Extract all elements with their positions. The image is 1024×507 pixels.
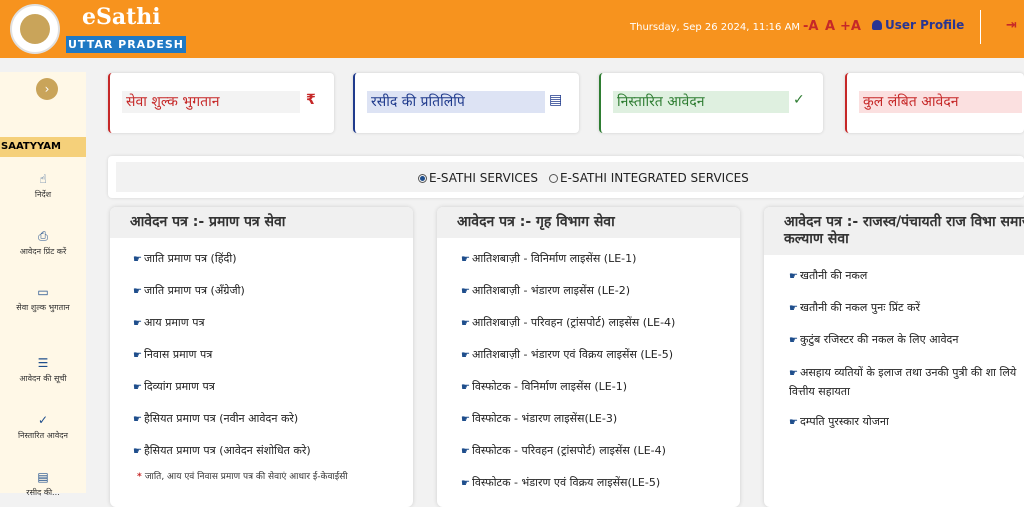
sidebar-item-disposed[interactable]: ✓ निस्तारित आवेदन (0, 414, 86, 441)
hand-pointer-icon: ☛ (789, 368, 798, 379)
hand-pointer-icon: ☛ (461, 446, 470, 457)
link-explosive-storage-sale-le5[interactable]: ☛ विस्फोटक - भंडारण एवं विक्रय लाइसेंस(LE… (461, 475, 660, 490)
card-fee-payment[interactable]: सेवा शुल्क भुगतान ₹ (108, 73, 334, 133)
panel-revenue-services: आवेदन पत्र :- राजस्व/पंचायती राज विभा सम… (764, 207, 1024, 507)
aadhaar-notice: * जाति, आय एवं निवास प्रमाण पत्र की सेवा… (137, 472, 348, 482)
hand-pointer-icon: ☛ (461, 414, 470, 425)
link-family-register-copy[interactable]: ☛ कुटुंब रजिस्टर की नकल के लिए आवेदन (789, 332, 959, 347)
hand-pointer-icon: ☛ (461, 350, 470, 361)
service-selector: E-SATHI SERVICES E-SATHI INTEGRATED SERV… (108, 156, 1024, 198)
credit-card-icon: ▭ (37, 285, 49, 299)
panel-title: आवेदन पत्र :- गृह विभाग सेवा (437, 207, 740, 238)
link-status-certificate-modify[interactable]: ☛ हैसियत प्रमाण पत्र (आवेदन संशोधित करे) (133, 443, 311, 458)
asterisk-icon: * (137, 472, 145, 482)
hand-pointer-icon: ☛ (461, 286, 470, 297)
link-caste-certificate-hindi[interactable]: ☛ जाति प्रमाण पत्र (हिंदी) (133, 251, 237, 266)
link-explosive-manufacturing-le1[interactable]: ☛ विस्फोटक - विनिर्माण लाइसेंस (LE-1) (461, 379, 627, 394)
sidebar-title: SAATYYAM (0, 137, 86, 157)
link-fireworks-manufacturing-le1[interactable]: ☛ आतिशबाज़ी - विनिर्माण लाइसेंस (LE-1) (461, 251, 636, 266)
rupee-icon: ₹ (306, 92, 316, 108)
link-khatauni-reprint[interactable]: ☛ खतौनी की नकल पुनः प्रिंट करें (789, 300, 920, 315)
link-fireworks-storage-le2[interactable]: ☛ आतिशबाज़ी - भंडारण लाइसेंस (LE-2) (461, 283, 630, 298)
user-profile-link[interactable]: User Profile (872, 18, 964, 32)
hand-pointer-icon: ☝ (39, 172, 47, 186)
radio-selected-icon (418, 174, 427, 183)
list-icon: ☰ (37, 356, 49, 370)
card-fee-payment-label: सेवा शुल्क भुगतान (122, 91, 300, 113)
sidebar-item-instructions[interactable]: ☝ निर्देश (0, 173, 86, 200)
hand-pointer-icon: ☛ (133, 350, 142, 361)
hand-pointer-icon: ☛ (789, 417, 798, 428)
brand-name: eSathi (82, 4, 161, 30)
up-government-logo (10, 4, 60, 54)
hand-pointer-icon: ☛ (789, 335, 798, 346)
link-financial-assistance[interactable]: ☛ असहाय व्यतियों के इलाज तथा उनकी पुत्री … (789, 364, 1024, 401)
radio-unselected-icon (549, 174, 558, 183)
radio-integrated-services[interactable]: E-SATHI INTEGRATED SERVICES (549, 171, 749, 185)
hand-pointer-icon: ☛ (133, 414, 142, 425)
link-domicile-certificate[interactable]: ☛ निवास प्रमाण पत्र (133, 347, 212, 362)
current-datetime: Thursday, Sep 26 2024, 11:16 AM (630, 22, 801, 33)
link-explosive-transport-le4[interactable]: ☛ विस्फोटक - परिवहन (ट्रांसपोर्ट) लाइसेंस… (461, 443, 666, 458)
font-increase-button[interactable]: +A (840, 19, 861, 34)
radio-esathi-services[interactable]: E-SATHI SERVICES (418, 171, 538, 185)
link-couple-award-scheme[interactable]: ☛ दम्पति पुरस्कार योजना (789, 414, 889, 429)
panel-title: आवेदन पत्र :- प्रमाण पत्र सेवा (110, 207, 413, 238)
card-disposed-label: निस्तारित आवेदन (613, 91, 789, 113)
sidebar-item-application-list[interactable]: ☰ आवेदन की सूची (0, 357, 86, 384)
hand-pointer-icon: ☛ (133, 446, 142, 457)
header-divider (980, 10, 981, 44)
card-receipt-copy[interactable]: रसीद की प्रतिलिपि ▤ (353, 73, 579, 133)
receipt-icon: ▤ (37, 470, 49, 484)
hand-pointer-icon: ☛ (133, 318, 142, 329)
link-income-certificate[interactable]: ☛ आय प्रमाण पत्र (133, 315, 205, 330)
card-pending[interactable]: कुल लंबित आवेदन (845, 73, 1024, 133)
state-badge: UTTAR PRADESH (66, 36, 186, 53)
sidebar-toggle-button[interactable]: › (36, 78, 58, 100)
link-disability-certificate[interactable]: ☛ दिव्यांग प्रमाण पत्र (133, 379, 215, 394)
check-icon: ✓ (37, 413, 49, 427)
link-explosive-storage-le3[interactable]: ☛ विस्फोटक - भंडारण लाइसेंस(LE-3) (461, 411, 617, 426)
hand-pointer-icon: ☛ (789, 303, 798, 314)
hand-pointer-icon: ☛ (133, 254, 142, 265)
sidebar-item-print[interactable]: ⎙ आवेदन प्रिंट करें (0, 230, 86, 257)
font-normal-button[interactable]: A (825, 19, 835, 34)
hand-pointer-icon: ☛ (789, 271, 798, 282)
link-fireworks-transport-le4[interactable]: ☛ आतिशबाज़ी - परिवहन (ट्रांसपोर्ट) लाइसें… (461, 315, 675, 330)
receipt-icon: ▤ (549, 92, 563, 108)
hand-pointer-icon: ☛ (461, 382, 470, 393)
check-circle-icon: ✓ (793, 92, 805, 108)
card-receipt-copy-label: रसीद की प्रतिलिपि (367, 91, 545, 113)
sidebar-item-fee-payment[interactable]: ▭ सेवा शुल्क भुगतान (0, 286, 86, 313)
hand-pointer-icon: ☛ (133, 382, 142, 393)
user-profile-label: User Profile (885, 18, 965, 32)
font-decrease-button[interactable]: -A (803, 19, 818, 34)
sidebar: › SAATYYAM ☝ निर्देश ⎙ आवेदन प्रिंट करें ▭… (0, 72, 86, 497)
sidebar-item-receipt[interactable]: ▤ रसीद की... (0, 471, 86, 498)
user-icon (872, 20, 882, 30)
link-fireworks-storage-sale-le5[interactable]: ☛ आतिशबाज़ी - भंडारण एवं विक्रय लाइसेंस (… (461, 347, 673, 362)
top-header: eSathi UTTAR PRADESH Thursday, Sep 26 20… (0, 0, 1024, 58)
hand-pointer-icon: ☛ (461, 318, 470, 329)
hand-pointer-icon: ☛ (461, 478, 470, 489)
hand-pointer-icon: ☛ (133, 286, 142, 297)
card-pending-label: कुल लंबित आवेदन (859, 91, 1022, 113)
emblem-icon (20, 14, 50, 44)
hand-pointer-icon: ☛ (461, 254, 470, 265)
link-khatauni-copy[interactable]: ☛ खतौनी की नकल (789, 268, 867, 283)
printer-icon: ⎙ (38, 229, 48, 243)
link-caste-certificate-english[interactable]: ☛ जाति प्रमाण पत्र (अँग्रेजी) (133, 283, 245, 298)
logout-icon[interactable]: ⇥ (1006, 18, 1017, 33)
card-disposed[interactable]: निस्तारित आवेदन ✓ (599, 73, 823, 133)
link-status-certificate-new[interactable]: ☛ हैसियत प्रमाण पत्र (नवीन आवेदन करे) (133, 411, 298, 426)
panel-title: आवेदन पत्र :- राजस्व/पंचायती राज विभा सम… (764, 207, 1024, 255)
